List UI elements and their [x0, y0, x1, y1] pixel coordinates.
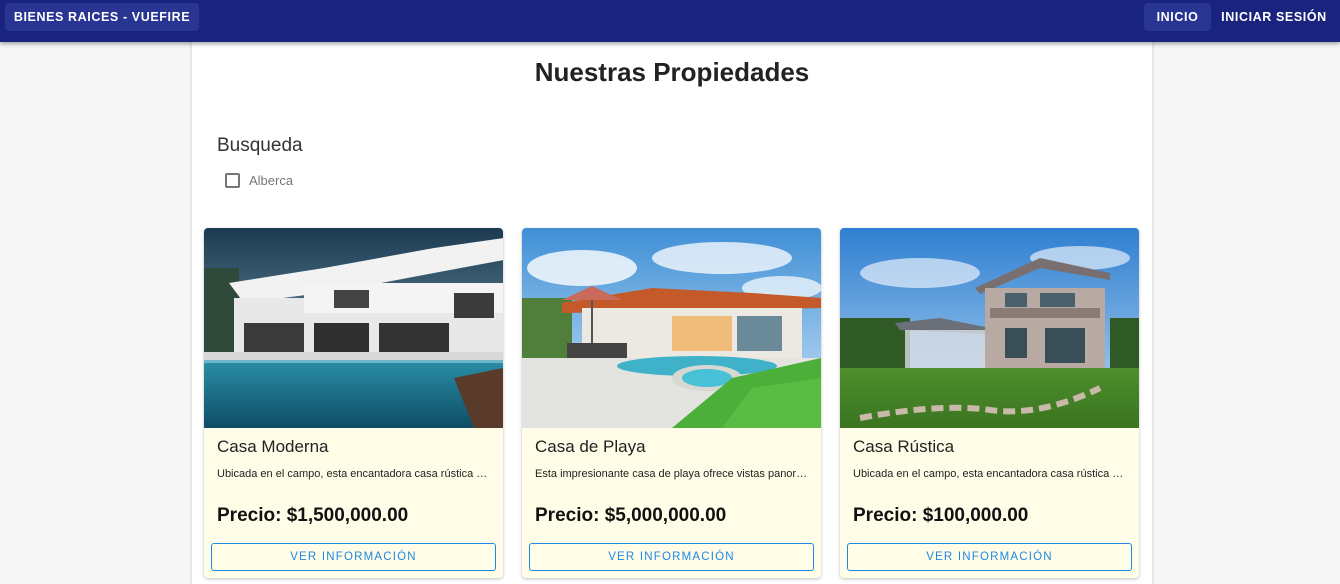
property-title: Casa Moderna	[217, 437, 329, 456]
page-title: Nuestras Propiedades	[534, 57, 810, 87]
alberca-label: Alberca	[249, 173, 294, 188]
alberca-checkbox[interactable]	[225, 173, 240, 188]
property-title: Casa de Playa	[535, 437, 646, 456]
property-card: Casa de Playa Esta impresionante casa de…	[522, 228, 821, 578]
nav-login-button[interactable]: INICIAR SESIÓN	[1216, 3, 1332, 31]
property-price: Precio: $1,500,000.00	[217, 505, 409, 526]
app-bar: BIENES RAICES - VUEFIRE INICIO INICIAR S…	[0, 0, 1340, 42]
property-description: Ubicada en el campo, esta encantadora ca…	[217, 468, 490, 480]
property-title: Casa Rústica	[853, 437, 955, 456]
property-image	[840, 228, 1139, 428]
property-description: Esta impresionante casa de playa ofrece …	[535, 468, 808, 480]
property-card: Casa Moderna Ubicada en el campo, esta e…	[204, 228, 503, 578]
search-title: Busqueda	[217, 135, 303, 156]
property-price: Precio: $5,000,000.00	[535, 505, 727, 526]
property-description: Ubicada en el campo, esta encantadora ca…	[853, 468, 1126, 480]
ver-informacion-button[interactable]: VER INFORMACIÓN	[211, 543, 496, 571]
brand-button[interactable]: BIENES RAICES - VUEFIRE	[5, 3, 199, 31]
nav-inicio-button[interactable]: INICIO	[1144, 3, 1211, 31]
ver-informacion-button[interactable]: VER INFORMACIÓN	[847, 543, 1132, 571]
property-card: Casa Rústica Ubicada en el campo, esta e…	[840, 228, 1139, 578]
property-image	[204, 228, 503, 428]
main-content: Nuestras Propiedades Busqueda Alberca Ca…	[192, 42, 1152, 584]
filter-alberca[interactable]: Alberca	[225, 173, 293, 188]
property-price: Precio: $100,000.00	[853, 505, 1029, 526]
ver-informacion-button[interactable]: VER INFORMACIÓN	[529, 543, 814, 571]
property-image	[522, 228, 821, 428]
